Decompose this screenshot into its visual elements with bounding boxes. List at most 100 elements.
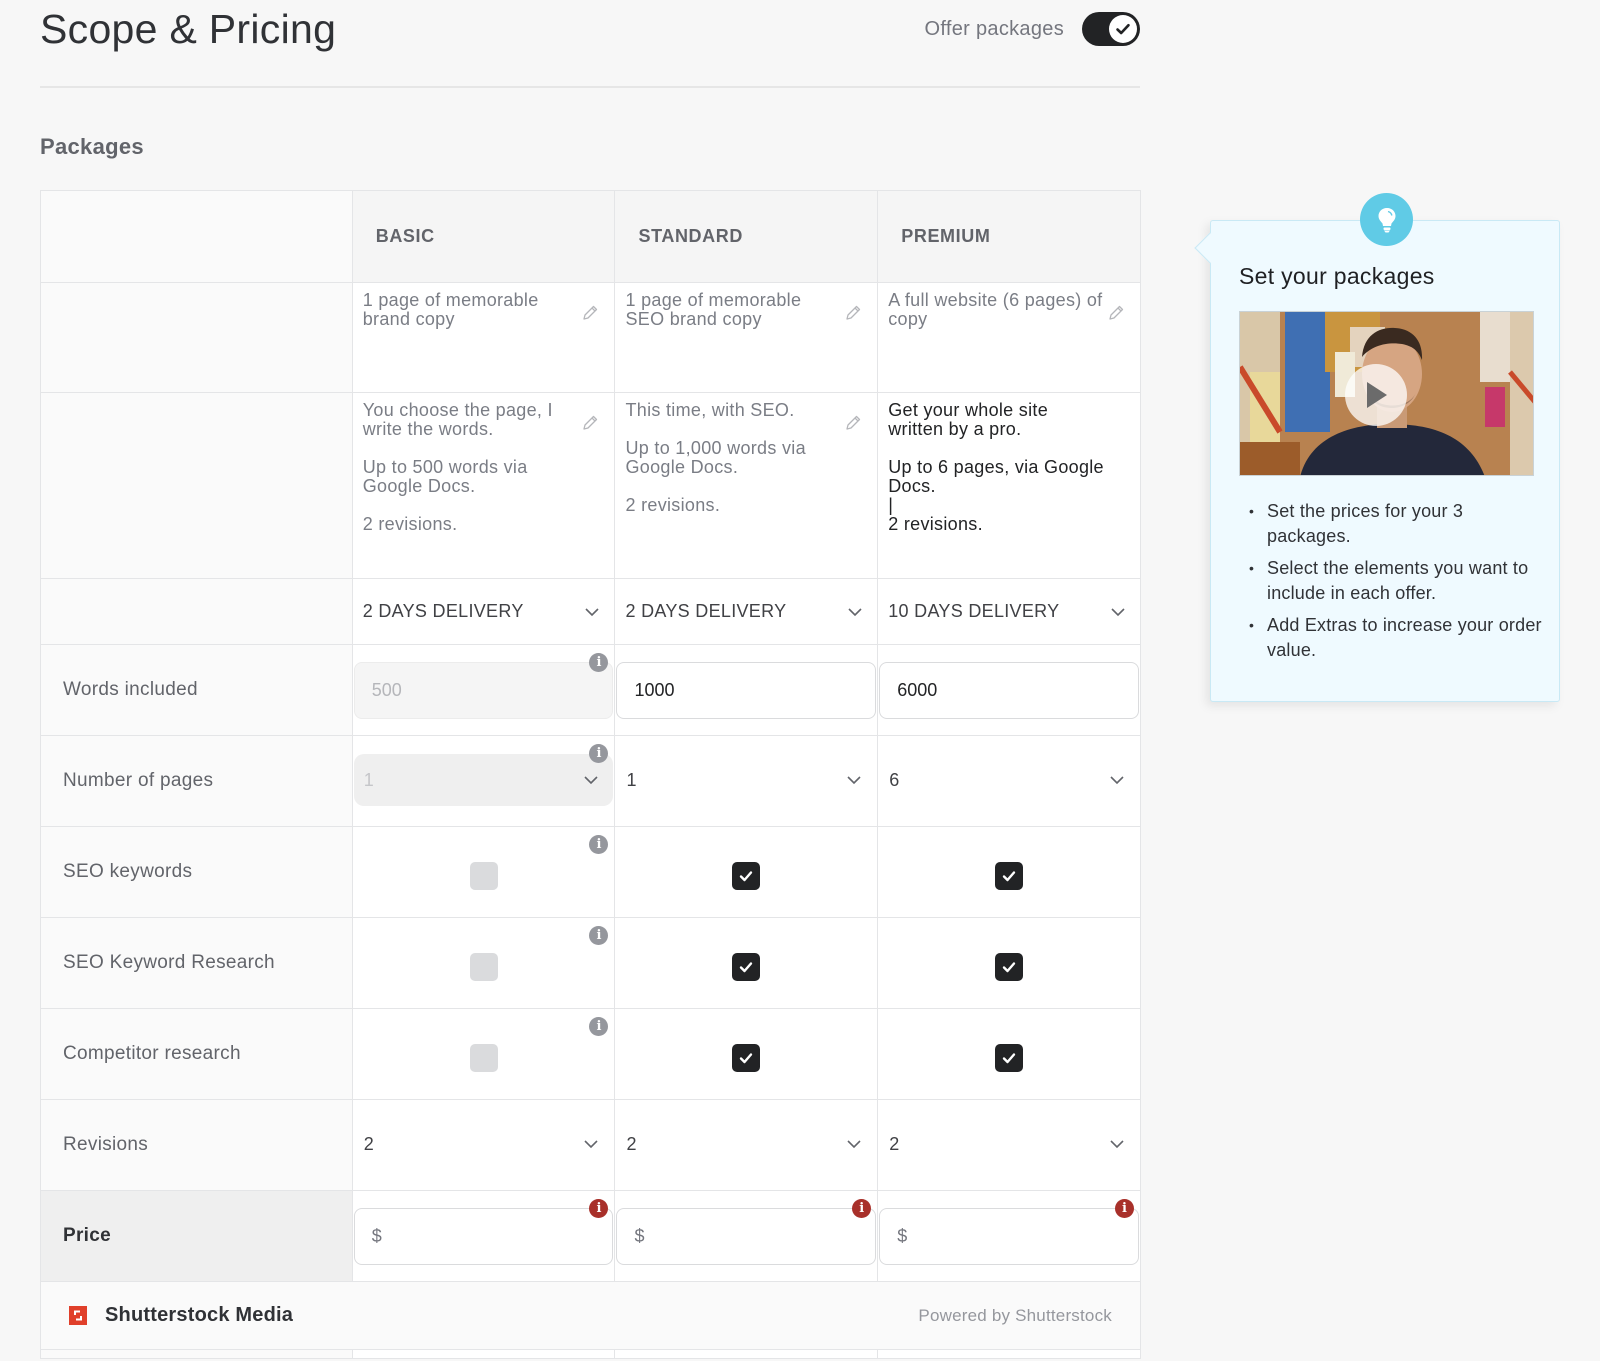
pencil-icon[interactable]	[580, 413, 600, 433]
seo-keyword-research-checkbox-standard[interactable]	[732, 953, 761, 981]
revisions-cell: 2	[877, 1100, 1140, 1190]
words-input-basic: 500	[353, 662, 614, 719]
checkbox-cell: i	[351, 827, 615, 917]
words-cell: 6000	[877, 645, 1140, 735]
package-title-cell: A full website (6 pages) of copy	[877, 283, 1140, 392]
seo-keyword-research-checkbox-premium[interactable]	[995, 953, 1024, 981]
video-thumbnail[interactable]	[1239, 311, 1534, 476]
pencil-icon[interactable]	[1106, 303, 1126, 323]
revisions-value: 2	[363, 1133, 374, 1154]
row-label-revisions: Revisions	[41, 1100, 352, 1190]
tip-bullet: Set the prices for your 3 packages.	[1249, 499, 1547, 549]
seo-keyword-research-checkbox-basic	[469, 953, 498, 981]
currency-prefix: $	[634, 1226, 645, 1246]
chevron-down-icon	[585, 607, 600, 616]
revisions-value: 2	[889, 1133, 900, 1154]
price-input-standard[interactable]: $	[616, 1208, 877, 1265]
table-continuation	[41, 1350, 1140, 1358]
package-title-row: 1 page of memorable brand copy 1 page of…	[41, 283, 1140, 393]
label-cell	[41, 283, 352, 392]
words-input-standard[interactable]: 1000	[616, 662, 877, 719]
info-icon[interactable]: i	[589, 835, 609, 854]
powered-by-label: Powered by Shutterstock	[918, 1305, 1112, 1325]
info-icon[interactable]: i	[589, 1017, 609, 1036]
row-label-seo-keywords: SEO keywords	[41, 827, 352, 917]
package-description-row: You choose the page, I write the words. …	[41, 393, 1140, 579]
delivery-value: 2 DAYS DELIVERY	[362, 601, 524, 621]
seo-keywords-checkbox-standard[interactable]	[732, 862, 761, 890]
offer-packages-label: Offer packages	[924, 17, 1064, 40]
tip-arrow	[1194, 232, 1226, 264]
header-empty-cell	[41, 191, 352, 282]
package-description-input-standard[interactable]: This time, with SEO. Up to 1,000 words v…	[625, 401, 843, 515]
price-input-basic[interactable]: $	[353, 1208, 614, 1265]
check-icon	[1002, 871, 1016, 882]
tip-bullets: Set the prices for your 3 packages. Sele…	[1249, 499, 1547, 670]
pencil-icon[interactable]	[843, 303, 863, 323]
seo-keywords-checkbox-basic	[469, 862, 498, 890]
package-description-input-basic[interactable]: You choose the page, I write the words. …	[363, 401, 581, 534]
revisions-select-premium[interactable]: 2	[879, 1118, 1139, 1170]
revisions-select-basic[interactable]: 2	[354, 1118, 614, 1170]
delivery-select-premium[interactable]: 10 DAYS DELIVERY	[888, 579, 1126, 644]
revisions-cell: 2	[351, 1100, 615, 1190]
cell	[877, 1350, 1140, 1358]
check-icon	[1116, 23, 1130, 35]
check-icon	[1002, 962, 1016, 973]
shutterstock-bar: Shutterstock Media Powered by Shuttersto…	[41, 1282, 1140, 1349]
label-cell	[41, 579, 352, 644]
row-label-seo-keyword-research: SEO Keyword Research	[41, 918, 352, 1008]
shutterstock-brand: Shutterstock Media	[69, 1304, 293, 1327]
pages-select-basic: 1	[353, 754, 614, 806]
seo-keywords-checkbox-premium[interactable]	[995, 862, 1024, 890]
pages-cell: 6	[877, 736, 1140, 826]
words-cell: i 500	[351, 645, 615, 735]
revisions-cell: 2	[614, 1100, 877, 1190]
play-button[interactable]	[1345, 364, 1407, 426]
revisions-row: Revisions 2 2 2	[41, 1100, 1140, 1191]
package-header-premium: PREMIUM	[877, 191, 1141, 282]
table-header-row: BASIC STANDARD PREMIUM	[41, 191, 1141, 283]
label-cell	[41, 393, 352, 578]
delivery-cell: 2 DAYS DELIVERY	[351, 579, 615, 644]
price-cell: i $	[614, 1191, 877, 1281]
price-row: Price i $ i $ i $	[41, 1191, 1140, 1282]
pages-value: 1	[363, 769, 374, 790]
chevron-down-icon	[584, 776, 599, 785]
chevron-down-icon	[1110, 776, 1124, 785]
package-description-input-premium[interactable]: Get your whole site written by a pro. Up…	[888, 401, 1106, 534]
pages-select-standard[interactable]: 1	[616, 754, 876, 806]
delivery-select-basic[interactable]: 2 DAYS DELIVERY	[363, 579, 601, 644]
cell	[614, 1350, 877, 1358]
revisions-select-standard[interactable]: 2	[616, 1118, 876, 1170]
words-input-premium[interactable]: 6000	[879, 662, 1139, 719]
pencil-icon[interactable]	[843, 413, 863, 433]
package-title-input-standard[interactable]: 1 page of memorable SEO brand copy	[625, 291, 843, 329]
pages-select-premium[interactable]: 6	[879, 754, 1139, 806]
package-description-cell: This time, with SEO. Up to 1,000 words v…	[614, 393, 877, 578]
delivery-value: 10 DAYS DELIVERY	[888, 601, 1060, 621]
delivery-cell: 2 DAYS DELIVERY	[614, 579, 877, 644]
section-title-packages: Packages	[40, 134, 144, 159]
pencil-icon[interactable]	[580, 303, 600, 323]
cell	[351, 1350, 615, 1358]
competitor-research-checkbox-premium[interactable]	[995, 1044, 1024, 1072]
page-header: Scope & Pricing Offer packages	[40, 0, 1140, 88]
info-icon[interactable]: i	[589, 926, 609, 945]
checkbox-cell	[877, 918, 1140, 1008]
chevron-down-icon	[848, 607, 862, 616]
price-input-premium[interactable]: $	[879, 1208, 1139, 1265]
package-title-input-premium[interactable]: A full website (6 pages) of copy	[888, 291, 1106, 329]
offer-packages-toggle[interactable]	[1082, 12, 1140, 46]
seo-keywords-row: SEO keywords i	[41, 827, 1140, 918]
check-icon	[740, 871, 753, 882]
pages-cell: 1	[614, 736, 877, 826]
delivery-row: 2 DAYS DELIVERY 2 DAYS DELIVERY 10 DAYS …	[41, 579, 1140, 645]
seo-keyword-research-row: SEO Keyword Research i	[41, 918, 1140, 1009]
error-info-icon[interactable]: i	[1114, 1199, 1134, 1218]
packages-table: BASIC STANDARD PREMIUM 1 page of memorab…	[40, 190, 1141, 1359]
package-title-input-basic[interactable]: 1 page of memorable brand copy	[363, 291, 581, 329]
competitor-research-checkbox-standard[interactable]	[732, 1044, 761, 1072]
pages-value: 6	[889, 769, 900, 790]
delivery-select-standard[interactable]: 2 DAYS DELIVERY	[625, 579, 863, 644]
